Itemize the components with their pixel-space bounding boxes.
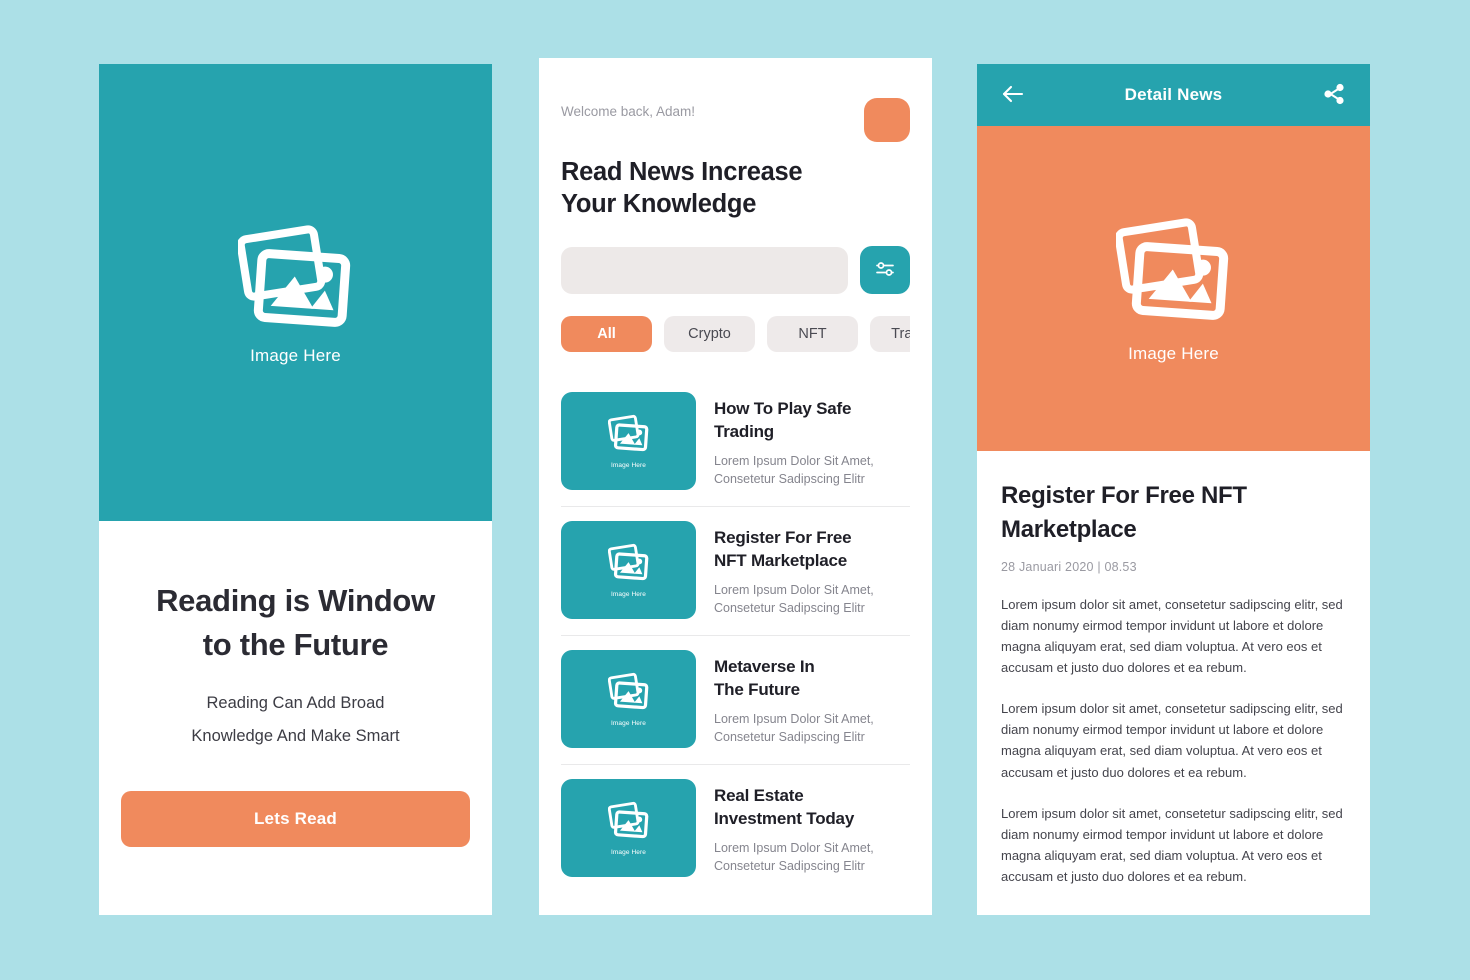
image-placeholder-icon (607, 671, 650, 716)
news-thumbnail: Image Here (561, 779, 696, 878)
news-desc-line2: Consetetur Sadipscing Elitr (714, 472, 865, 487)
news-thumbnail: Image Here (561, 521, 696, 620)
news-description: Lorem Ipsum Dolor Sit Amet, Consetetur S… (714, 839, 874, 875)
news-description: Lorem Ipsum Dolor Sit Amet, Consetetur S… (714, 452, 874, 488)
detail-title-line1: Register For Free NFT (1001, 482, 1247, 509)
news-description: Lorem Ipsum Dolor Sit Amet, Consetetur S… (714, 581, 874, 617)
sliders-icon (874, 259, 896, 282)
image-placeholder-icon (607, 413, 650, 458)
onboarding-hero: Image Here (99, 64, 492, 521)
thumbnail-label: Image Here (611, 591, 646, 599)
chip-trading[interactable]: Trading (870, 316, 910, 353)
onboarding-title: Reading is Window to the Future (156, 579, 435, 667)
screens-canvas: Image Here Reading is Window to the Futu… (0, 0, 1470, 980)
news-desc-line2: Consetetur Sadipscing Elitr (714, 601, 865, 616)
filter-button[interactable] (860, 246, 910, 295)
welcome-row: Welcome back, Adam! (561, 58, 910, 142)
avatar[interactable] (864, 98, 910, 142)
thumbnail-label: Image Here (611, 849, 646, 857)
appbar: Detail News (977, 64, 1370, 126)
share-button[interactable] (1320, 81, 1348, 109)
news-thumbnail: Image Here (561, 650, 696, 749)
news-list-item[interactable]: Image Here How To Play Safe Trading Lore… (561, 378, 910, 508)
news-title: Real Estate Investment Today (714, 785, 874, 830)
chip-crypto[interactable]: Crypto (664, 316, 755, 353)
news-text: Real Estate Investment Today Lorem Ipsum… (714, 779, 874, 877)
home-heading-line1: Read News Increase (561, 158, 803, 186)
news-list-item[interactable]: Image Here Metaverse In The Future Lorem… (561, 636, 910, 766)
detail-hero-image: Image Here (977, 126, 1370, 451)
news-list-item[interactable]: Image Here Real Estate Investment Today … (561, 765, 910, 893)
onboarding-content: Reading is Window to the Future Reading … (99, 521, 492, 915)
detail-body: Register For Free NFT Marketplace 28 Jan… (977, 451, 1370, 887)
news-list: Image Here How To Play Safe Trading Lore… (561, 378, 910, 893)
news-desc-line1: Lorem Ipsum Dolor Sit Amet, (714, 712, 874, 727)
news-description: Lorem Ipsum Dolor Sit Amet, Consetetur S… (714, 710, 874, 746)
news-title-line2: Investment Today (714, 808, 855, 828)
detail-title: Register For Free NFT Marketplace (1001, 479, 1346, 546)
detail-paragraph: Lorem ipsum dolor sit amet, consetetur s… (1001, 597, 1343, 676)
category-chips: All Crypto NFT Trading (561, 316, 910, 353)
news-desc-line2: Consetetur Sadipscing Elitr (714, 859, 865, 874)
news-title-line2: Trading (714, 421, 774, 441)
chip-nft[interactable]: NFT (767, 316, 858, 353)
news-title-line1: Register For Free (714, 528, 852, 548)
image-placeholder-label: Image Here (250, 345, 341, 365)
image-placeholder-icon (237, 220, 354, 332)
news-thumbnail: Image Here (561, 392, 696, 491)
news-text: Metaverse In The Future Lorem Ipsum Dolo… (714, 650, 874, 748)
detail-paragraph: Lorem ipsum dolor sit amet, consetetur s… (1001, 701, 1343, 780)
image-placeholder-icon (607, 800, 650, 845)
onboarding-title-line2: to the Future (202, 627, 389, 663)
detail-paragraph: Lorem ipsum dolor sit amet, consetetur s… (1001, 805, 1343, 884)
search-input[interactable] (561, 246, 848, 294)
news-title-line1: Real Estate (714, 786, 804, 806)
onboarding-title-line1: Reading is Window (156, 583, 435, 618)
news-title-line1: How To Play Safe (714, 399, 852, 419)
appbar-title: Detail News (1124, 85, 1223, 104)
chip-all[interactable]: All (561, 316, 652, 353)
thumbnail-label: Image Here (611, 720, 646, 728)
onboarding-subtitle: Reading Can Add Broad Knowledge And Make… (191, 687, 399, 753)
news-title-line2: The Future (714, 679, 800, 699)
news-desc-line2: Consetetur Sadipscing Elitr (714, 730, 865, 745)
news-desc-line1: Lorem Ipsum Dolor Sit Amet, (714, 841, 874, 856)
arrow-left-icon (1001, 84, 1025, 107)
lets-read-button[interactable]: Lets Read (121, 791, 470, 848)
news-title-line2: NFT Marketplace (714, 550, 848, 570)
image-placeholder-icon (1114, 213, 1232, 330)
home-heading: Read News Increase Your Knowledge (561, 156, 910, 220)
share-icon (1323, 83, 1345, 108)
back-button[interactable] (999, 81, 1027, 109)
news-list-item[interactable]: Image Here Register For Free NFT Marketp… (561, 507, 910, 637)
news-title-line1: Metaverse In (714, 657, 815, 677)
news-text: Register For Free NFT Marketplace Lorem … (714, 521, 874, 619)
onboarding-subtitle-line1: Reading Can Add Broad (206, 694, 385, 713)
detail-title-line2: Marketplace (1001, 515, 1137, 543)
image-placeholder-label: Image Here (1128, 344, 1219, 363)
welcome-text: Welcome back, Adam! (561, 104, 696, 119)
search-row (561, 246, 910, 295)
home-heading-line2: Your Knowledge (561, 190, 757, 219)
news-desc-line1: Lorem Ipsum Dolor Sit Amet, (714, 583, 874, 598)
detail-meta: 28 Januari 2020 | 08.53 (1001, 560, 1137, 575)
news-title: Register For Free NFT Marketplace (714, 527, 874, 572)
news-title: How To Play Safe Trading (714, 398, 874, 443)
thumbnail-label: Image Here (611, 462, 646, 470)
onboarding-subtitle-line2: Knowledge And Make Smart (191, 727, 400, 746)
news-title: Metaverse In The Future (714, 656, 874, 701)
news-desc-line1: Lorem Ipsum Dolor Sit Amet, (714, 454, 874, 469)
image-placeholder-icon (607, 542, 650, 587)
detail-news-screen: Detail News Image Here Register For Free… (977, 64, 1370, 915)
home-screen: Welcome back, Adam! Read News Increase Y… (539, 58, 932, 915)
news-text: How To Play Safe Trading Lorem Ipsum Dol… (714, 392, 874, 490)
onboarding-screen: Image Here Reading is Window to the Futu… (99, 64, 492, 915)
